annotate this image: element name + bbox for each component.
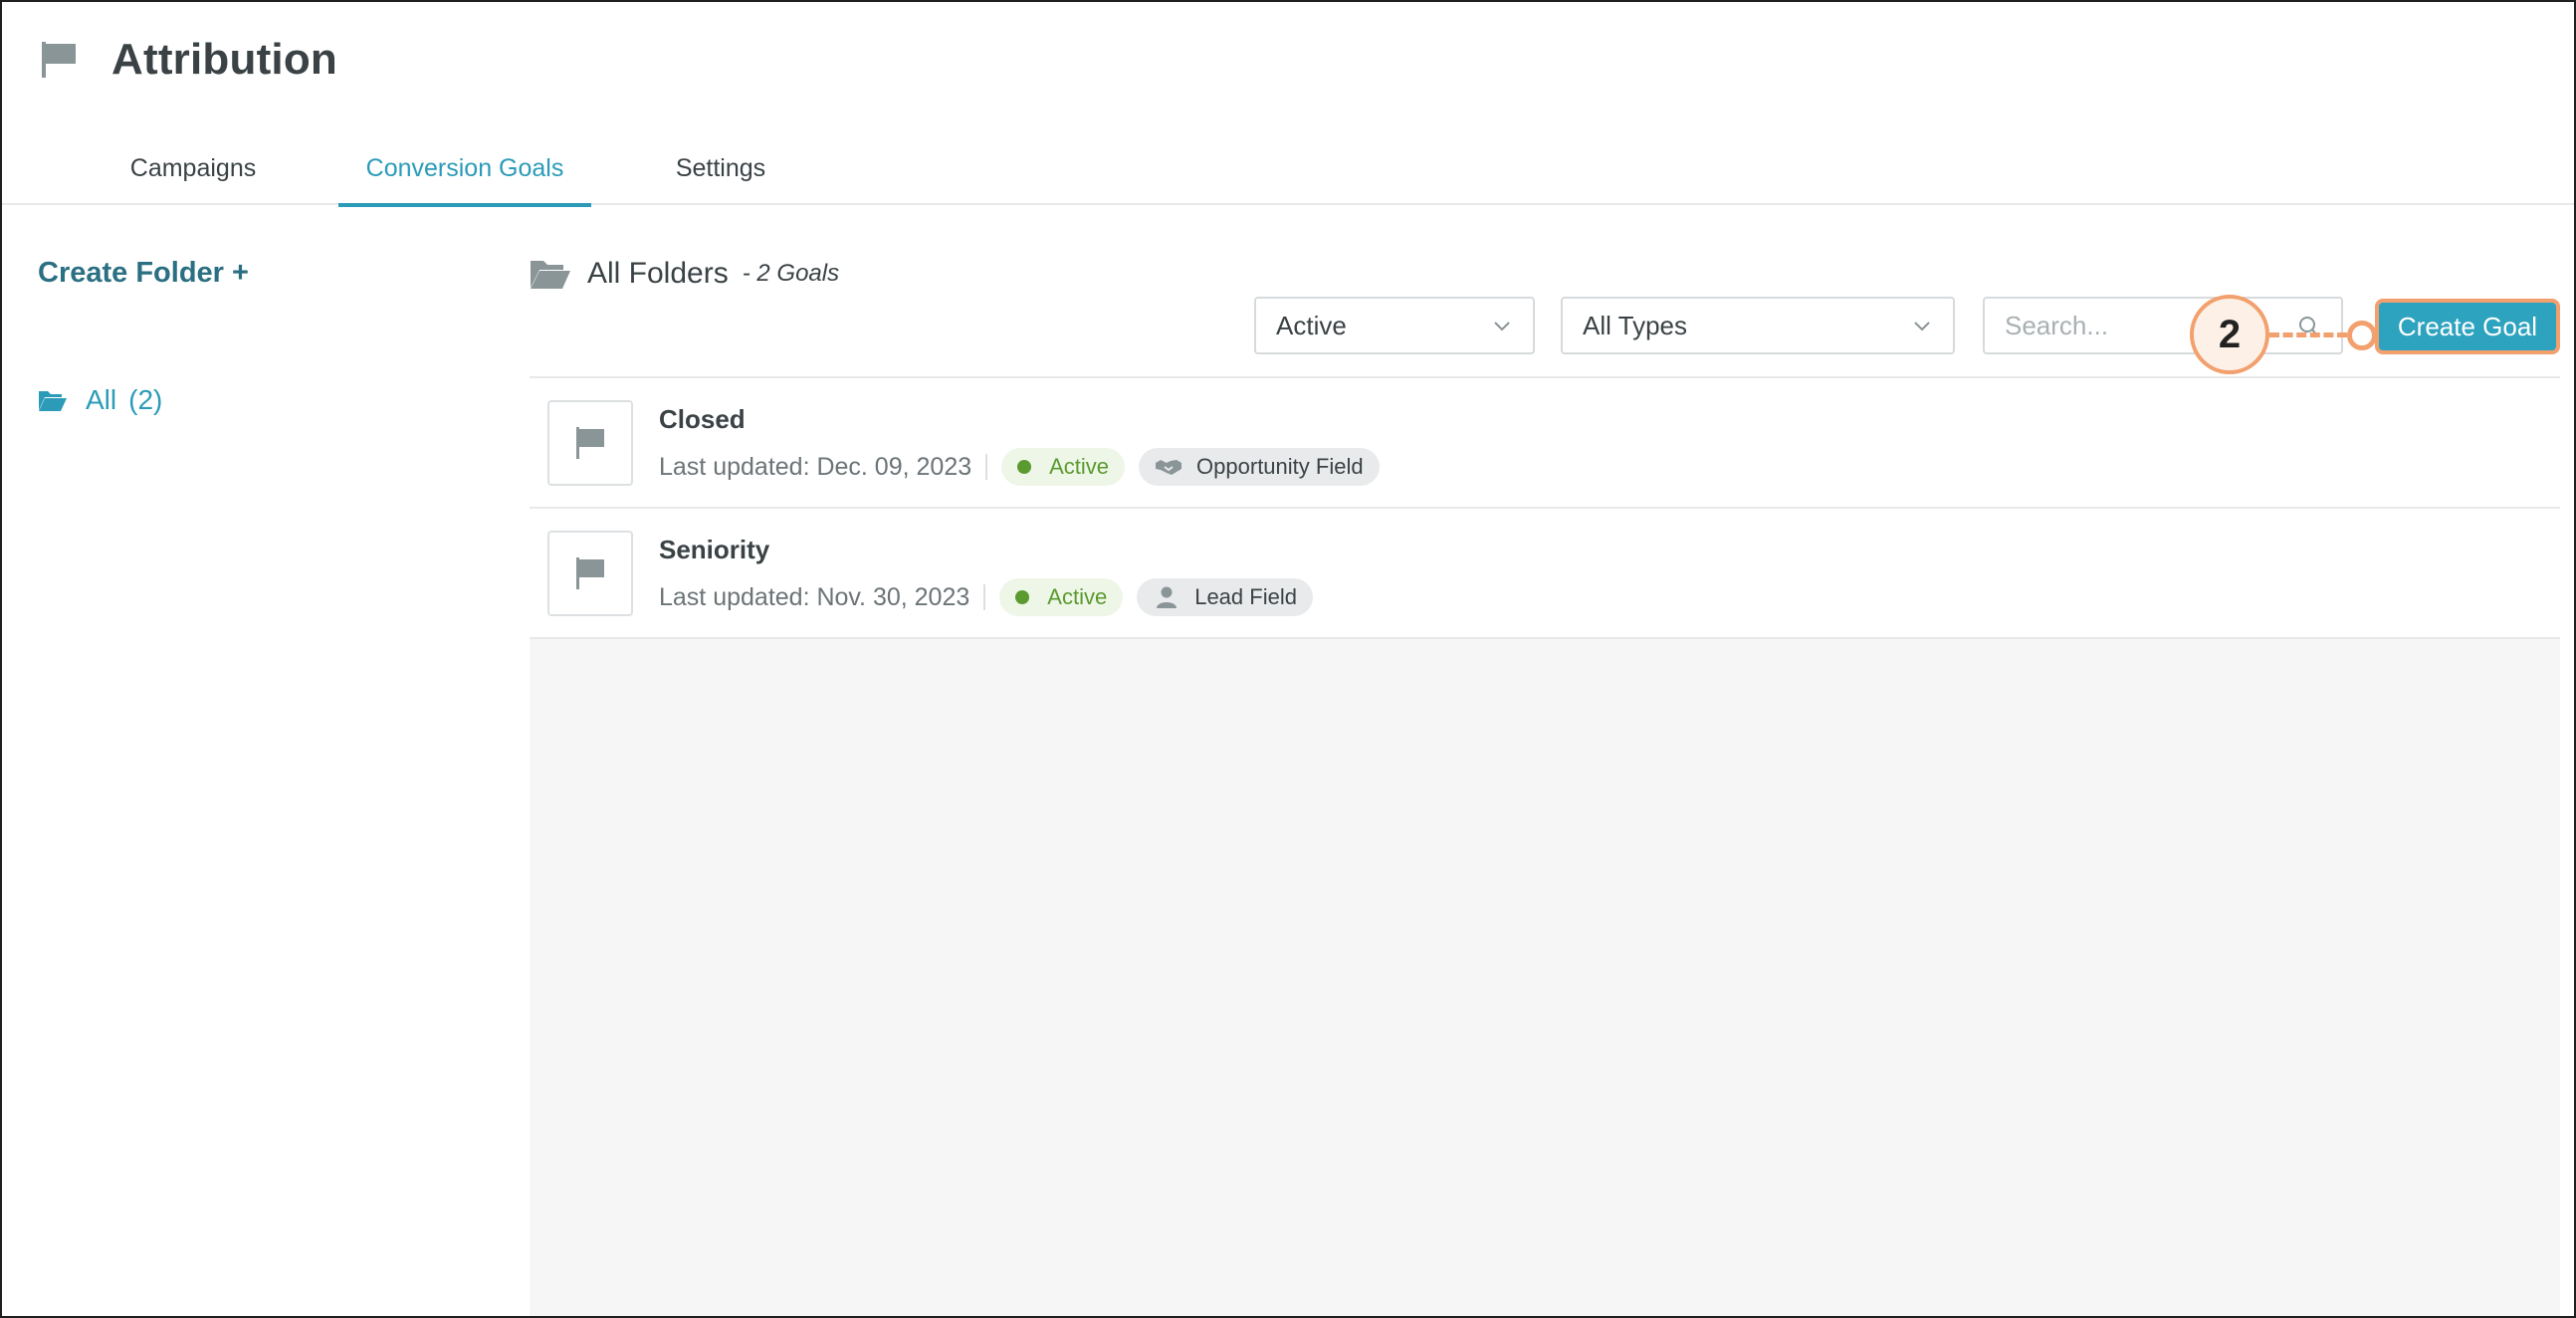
status-dot: [1017, 460, 1032, 474]
type-filter-value: All Types: [1583, 310, 1688, 340]
type-badge: Opportunity Field: [1139, 448, 1380, 486]
goal-thumbnail: [547, 400, 633, 486]
list-item[interactable]: Closed Last updated: Dec. 09, 2023 Activ…: [530, 378, 2560, 509]
handshake-icon: [1156, 460, 1182, 475]
type-label: Opportunity Field: [1196, 454, 1364, 479]
folder-title: All Folders: [587, 257, 729, 290]
callout-dot: [2347, 321, 2377, 350]
type-label: Lead Field: [1194, 584, 1297, 609]
create-folder-button[interactable]: Create Folder +: [38, 257, 249, 290]
type-filter-select[interactable]: All Types: [1561, 297, 1955, 354]
tab-campaigns[interactable]: Campaigns: [102, 131, 285, 205]
last-updated: Last updated: Nov. 30, 2023: [659, 582, 970, 611]
sidebar-item-count: (2): [128, 384, 163, 415]
status-dot: [1015, 590, 1030, 604]
status-badge: Active: [999, 578, 1124, 616]
flag-icon: [576, 557, 604, 589]
status-badge: Active: [1001, 448, 1126, 486]
person-icon: [1157, 586, 1178, 608]
goal-count: - 2 Goals: [742, 260, 840, 287]
folder-open-icon: [531, 261, 570, 289]
tab-settings[interactable]: Settings: [639, 131, 802, 205]
divider: [983, 584, 986, 610]
callout-connector: [2269, 332, 2347, 337]
goal-meta: Last updated: Dec. 09, 2023 Active Oppor…: [659, 448, 1394, 486]
page-header: Attribution: [38, 30, 337, 90]
flag-icon: [576, 427, 604, 459]
goal-list: Closed Last updated: Dec. 09, 2023 Activ…: [530, 376, 2560, 1316]
status-filter-select[interactable]: Active: [1254, 297, 1535, 354]
goal-name[interactable]: Closed: [659, 404, 746, 435]
chevron-down-icon: [1494, 322, 1510, 331]
sidebar-item-label: All: [86, 384, 117, 415]
status-filter-value: Active: [1276, 310, 1347, 340]
app-window: Attribution Campaigns Conversion Goals S…: [0, 0, 2576, 1318]
goal-meta: Last updated: Nov. 30, 2023 Active Lead …: [659, 578, 1327, 616]
tab-bar: Campaigns Conversion Goals Settings: [2, 131, 2574, 207]
last-updated: Last updated: Dec. 09, 2023: [659, 452, 972, 481]
folder-open-icon: [39, 391, 67, 411]
sidebar-item-all[interactable]: All (2): [38, 384, 162, 416]
flag-icon: [42, 42, 76, 78]
divider: [985, 454, 988, 480]
chevron-down-icon: [1914, 322, 1930, 331]
create-goal-button[interactable]: Create Goal: [2375, 299, 2560, 354]
page-title: Attribution: [111, 35, 338, 84]
search-input[interactable]: [1985, 299, 2341, 352]
goal-name[interactable]: Seniority: [659, 535, 769, 565]
step-callout: 2: [2190, 295, 2269, 374]
status-label: Active: [1049, 454, 1110, 479]
search-box: [1983, 297, 2343, 354]
folder-header: All Folders - 2 Goals: [530, 257, 839, 291]
goal-thumbnail: [547, 531, 633, 616]
status-label: Active: [1047, 584, 1108, 609]
tab-conversion-goals[interactable]: Conversion Goals: [338, 131, 591, 207]
list-item[interactable]: Seniority Last updated: Nov. 30, 2023 Ac…: [530, 509, 2560, 639]
type-badge: Lead Field: [1137, 578, 1313, 616]
